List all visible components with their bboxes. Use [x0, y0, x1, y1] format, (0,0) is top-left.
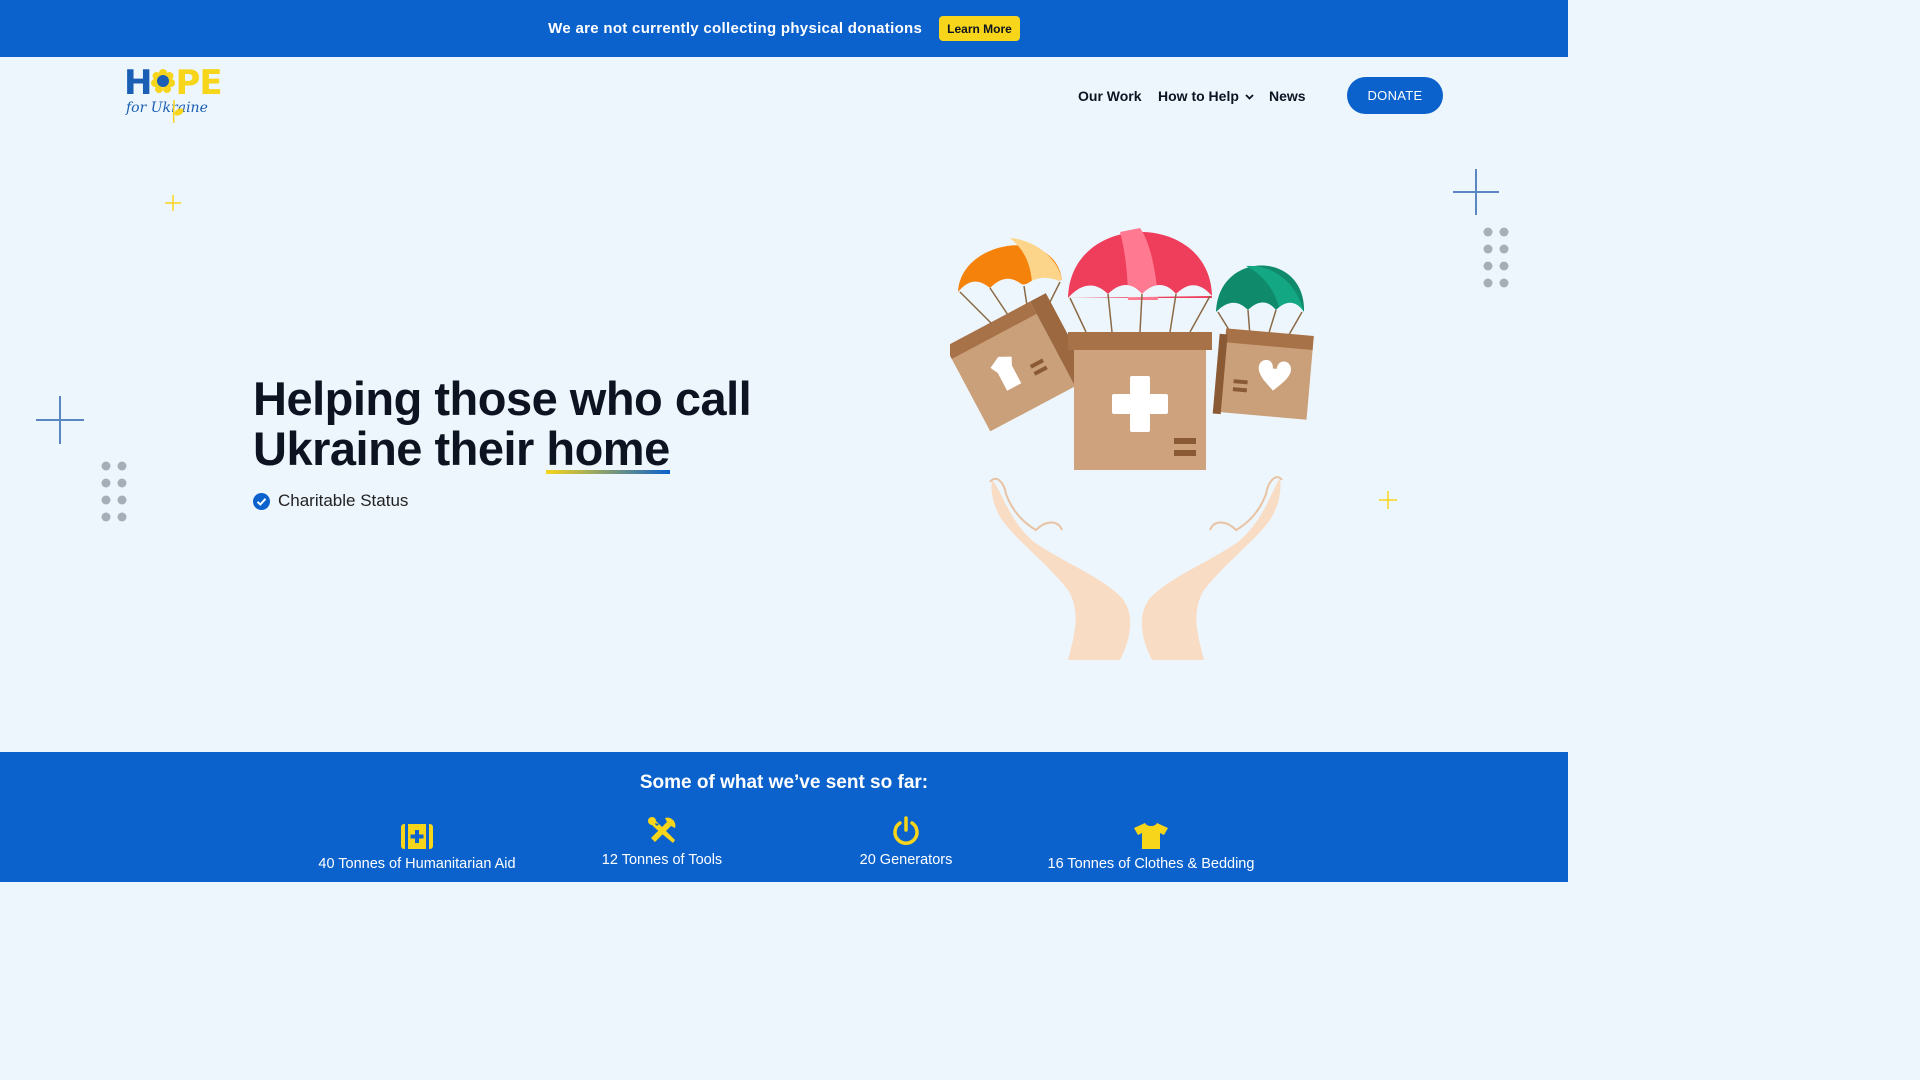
stats-title: Some of what we’ve sent so far:: [639, 772, 929, 793]
highlight-underline: [546, 470, 670, 474]
stat-tools: 12 Tonnes of Tools: [532, 816, 792, 868]
site-logo[interactable]: H PE for Ukraine: [122, 66, 232, 126]
nav-how-to-help[interactable]: How to Help: [1158, 88, 1254, 104]
hero-title: Helping those who call Ukraine their hom…: [253, 374, 773, 474]
stat-humanitarian-aid: 40 Tonnes of Humanitarian Aid: [287, 822, 547, 872]
nav-news[interactable]: News: [1269, 88, 1306, 104]
hero-title-line2: Ukraine their: [253, 422, 547, 475]
check-circle-icon: [253, 492, 270, 510]
plus-decoration-icon: [1379, 491, 1397, 509]
plus-decoration-icon: [36, 396, 84, 444]
dot-grid-decoration-icon: [1483, 227, 1509, 288]
tools-icon: [648, 817, 676, 843]
power-icon: [893, 816, 919, 845]
nav-how-to-help-label: How to Help: [1158, 88, 1239, 104]
hero-title-line1: Helping those who call: [253, 372, 752, 425]
stat-label: 20 Generators: [859, 852, 953, 868]
stat-clothes-bedding: 16 Tonnes of Clothes & Bedding: [1021, 822, 1281, 872]
learn-more-button[interactable]: Learn More: [939, 16, 1020, 41]
nav-our-work[interactable]: Our Work: [1078, 88, 1142, 104]
logo-letter-h: H: [124, 63, 152, 103]
dot-grid-decoration-icon: [101, 461, 127, 522]
plus-decoration-icon: [1453, 169, 1499, 215]
stat-label: 12 Tonnes of Tools: [601, 852, 723, 868]
charitable-status: Charitable Status: [253, 491, 408, 511]
logo-letters-pe: PE: [175, 63, 222, 103]
plus-decoration-icon: [165, 195, 181, 211]
tshirt-icon: [1134, 823, 1168, 849]
banner-message: We are not currently collecting physical…: [548, 20, 923, 37]
announcement-banner: We are not currently collecting physical…: [0, 0, 1568, 57]
charitable-status-label: Charitable Status: [278, 491, 409, 510]
sunflower-stem-icon: [172, 99, 184, 124]
stat-label: 16 Tonnes of Clothes & Bedding: [1047, 856, 1255, 872]
sunflower-icon: [151, 69, 176, 93]
hero-title-highlight: home: [546, 422, 670, 475]
stat-label: 40 Tonnes of Humanitarian Aid: [318, 856, 516, 872]
impact-stats-section: Some of what we’ve sent so far: 40 Tonne…: [0, 752, 1568, 882]
chevron-down-icon: [1245, 94, 1254, 100]
aid-parachute-illustration: [950, 228, 1314, 660]
donate-button[interactable]: DONATE: [1347, 77, 1443, 114]
hero-highlight-word: home: [546, 422, 670, 475]
logo-wordmark: H PE: [124, 63, 223, 103]
stat-generators: 20 Generators: [776, 816, 1036, 868]
first-aid-kit-icon: [401, 824, 433, 849]
